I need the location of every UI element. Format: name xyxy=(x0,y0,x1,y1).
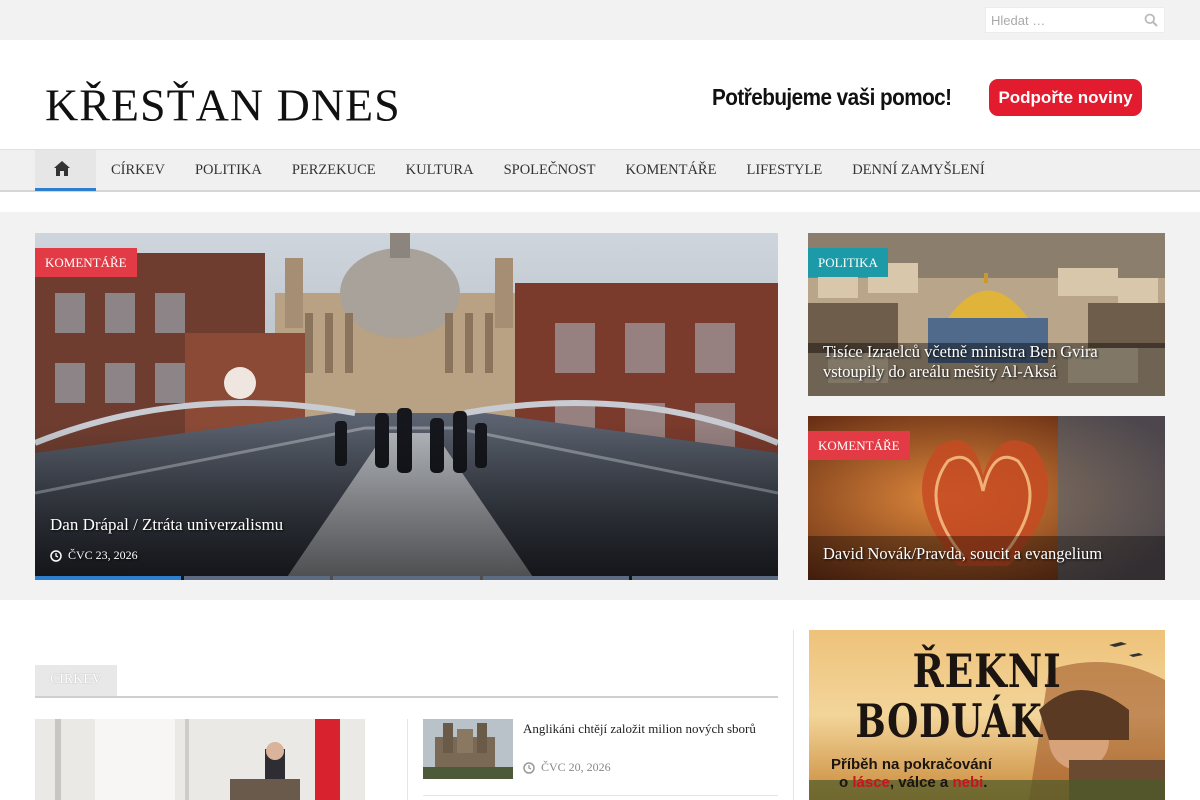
home-icon xyxy=(54,161,70,176)
church-image xyxy=(423,719,513,779)
list-item[interactable]: Anglikáni chtějí založit milion nových s… xyxy=(423,719,778,779)
slider-dot-1[interactable] xyxy=(35,576,182,580)
nav-item-cirkev[interactable]: CÍRKEV xyxy=(96,150,180,191)
clock-icon xyxy=(50,549,62,562)
slider-dot-5[interactable] xyxy=(631,576,778,580)
featured-section: KOMENTÁŘE Dan Drápal / Ztráta univerzali… xyxy=(0,212,1200,600)
nav-item-lifestyle[interactable]: LIFESTYLE xyxy=(731,150,837,191)
main-nav: CÍRKEV POLITIKA PERZEKUCE KULTURA SPOLEČ… xyxy=(0,149,1200,192)
top-bar xyxy=(0,0,1200,40)
hero-title[interactable]: Dan Drápal / Ztráta univerzalismu xyxy=(50,515,283,535)
sidebar-divider xyxy=(793,630,794,800)
ad-sub2-part-e: . xyxy=(983,774,988,791)
ad-sub2-heaven: nebi xyxy=(952,774,984,791)
list-item-thumbnail xyxy=(423,719,513,779)
sidebar-ad-banner[interactable]: ŘEKNI BODUÁK Příběh na pokračování o lás… xyxy=(809,630,1165,800)
clock-icon xyxy=(523,761,535,774)
site-header: KŘESŤAN DNES Potřebujeme vaši pomoc! Pod… xyxy=(0,40,1200,149)
section-divider xyxy=(35,696,778,698)
article-divider xyxy=(407,719,408,800)
ad-sub2-part-c: , válce a xyxy=(889,774,953,791)
hero-slide[interactable]: KOMENTÁŘE Dan Drápal / Ztráta univerzali… xyxy=(35,233,778,580)
article-image xyxy=(35,719,392,800)
site-logo[interactable]: KŘESŤAN DNES xyxy=(45,79,401,134)
ad-subtitle-1: Příběh na pokračování xyxy=(831,756,992,773)
nav-item-kultura[interactable]: KULTURA xyxy=(391,150,489,191)
featured-side-article-2[interactable]: KOMENTÁŘE David Novák/Pravda, soucit a e… xyxy=(808,416,1165,580)
hero-category-badge[interactable]: KOMENTÁŘE xyxy=(35,248,137,277)
hero-date-text: ČVC 23, 2026 xyxy=(68,548,138,562)
side2-category-badge[interactable]: KOMENTÁŘE xyxy=(808,431,910,460)
nav-home-button[interactable] xyxy=(35,150,96,191)
search-icon[interactable] xyxy=(1144,13,1158,27)
support-button[interactable]: Podpořte noviny xyxy=(989,79,1142,116)
ad-sub2-part-a: o xyxy=(839,774,853,791)
slider-dot-3[interactable] xyxy=(333,576,480,580)
section-tab-cirkev[interactable]: CÍRKEV xyxy=(35,665,117,697)
search-box[interactable] xyxy=(985,7,1165,33)
list-item-title[interactable]: Anglikáni chtějí založit milion nových s… xyxy=(523,721,756,737)
nav-item-politika[interactable]: POLITIKA xyxy=(180,150,277,191)
list-item-date-text: ČVC 20, 2026 xyxy=(541,760,611,774)
search-input[interactable] xyxy=(986,8,1136,32)
list-item-date: ČVC 20, 2026 xyxy=(523,760,611,775)
ad-headline-2: BODUÁK xyxy=(855,694,1043,748)
side1-title[interactable]: Tisíce Izraelců včetně ministra Ben Gvir… xyxy=(823,342,1143,382)
side2-title[interactable]: David Novák/Pravda, soucit a evangelium xyxy=(823,544,1102,564)
nav-item-komentare[interactable]: KOMENTÁŘE xyxy=(610,150,731,191)
slider-dot-4[interactable] xyxy=(482,576,629,580)
nav-item-denni-zamysleni[interactable]: DENNÍ ZAMYŠLENÍ xyxy=(837,150,1000,191)
slider-pagination xyxy=(35,576,778,580)
hero-date: ČVC 23, 2026 xyxy=(50,548,138,563)
nav-item-perzekuce[interactable]: PERZEKUCE xyxy=(277,150,391,191)
slider-dot-2[interactable] xyxy=(184,576,331,580)
section-main-article[interactable] xyxy=(35,719,392,800)
nav-spacer xyxy=(0,192,1200,212)
featured-side-article-1[interactable]: POLITIKA Tisíce Izraelců včetně ministra… xyxy=(808,233,1165,396)
ad-headline-1: ŘEKNI xyxy=(912,644,1062,698)
ad-subtitle-2: o lásce, válce a nebi. xyxy=(839,774,987,791)
nav-item-spolecnost[interactable]: SPOLEČNOST xyxy=(489,150,611,191)
side1-category-badge[interactable]: POLITIKA xyxy=(808,248,888,277)
ad-sub2-love: lásce xyxy=(852,774,890,791)
list-separator xyxy=(423,795,778,796)
donation-banner-text[interactable]: Potřebujeme vaši pomoc! xyxy=(712,84,952,111)
